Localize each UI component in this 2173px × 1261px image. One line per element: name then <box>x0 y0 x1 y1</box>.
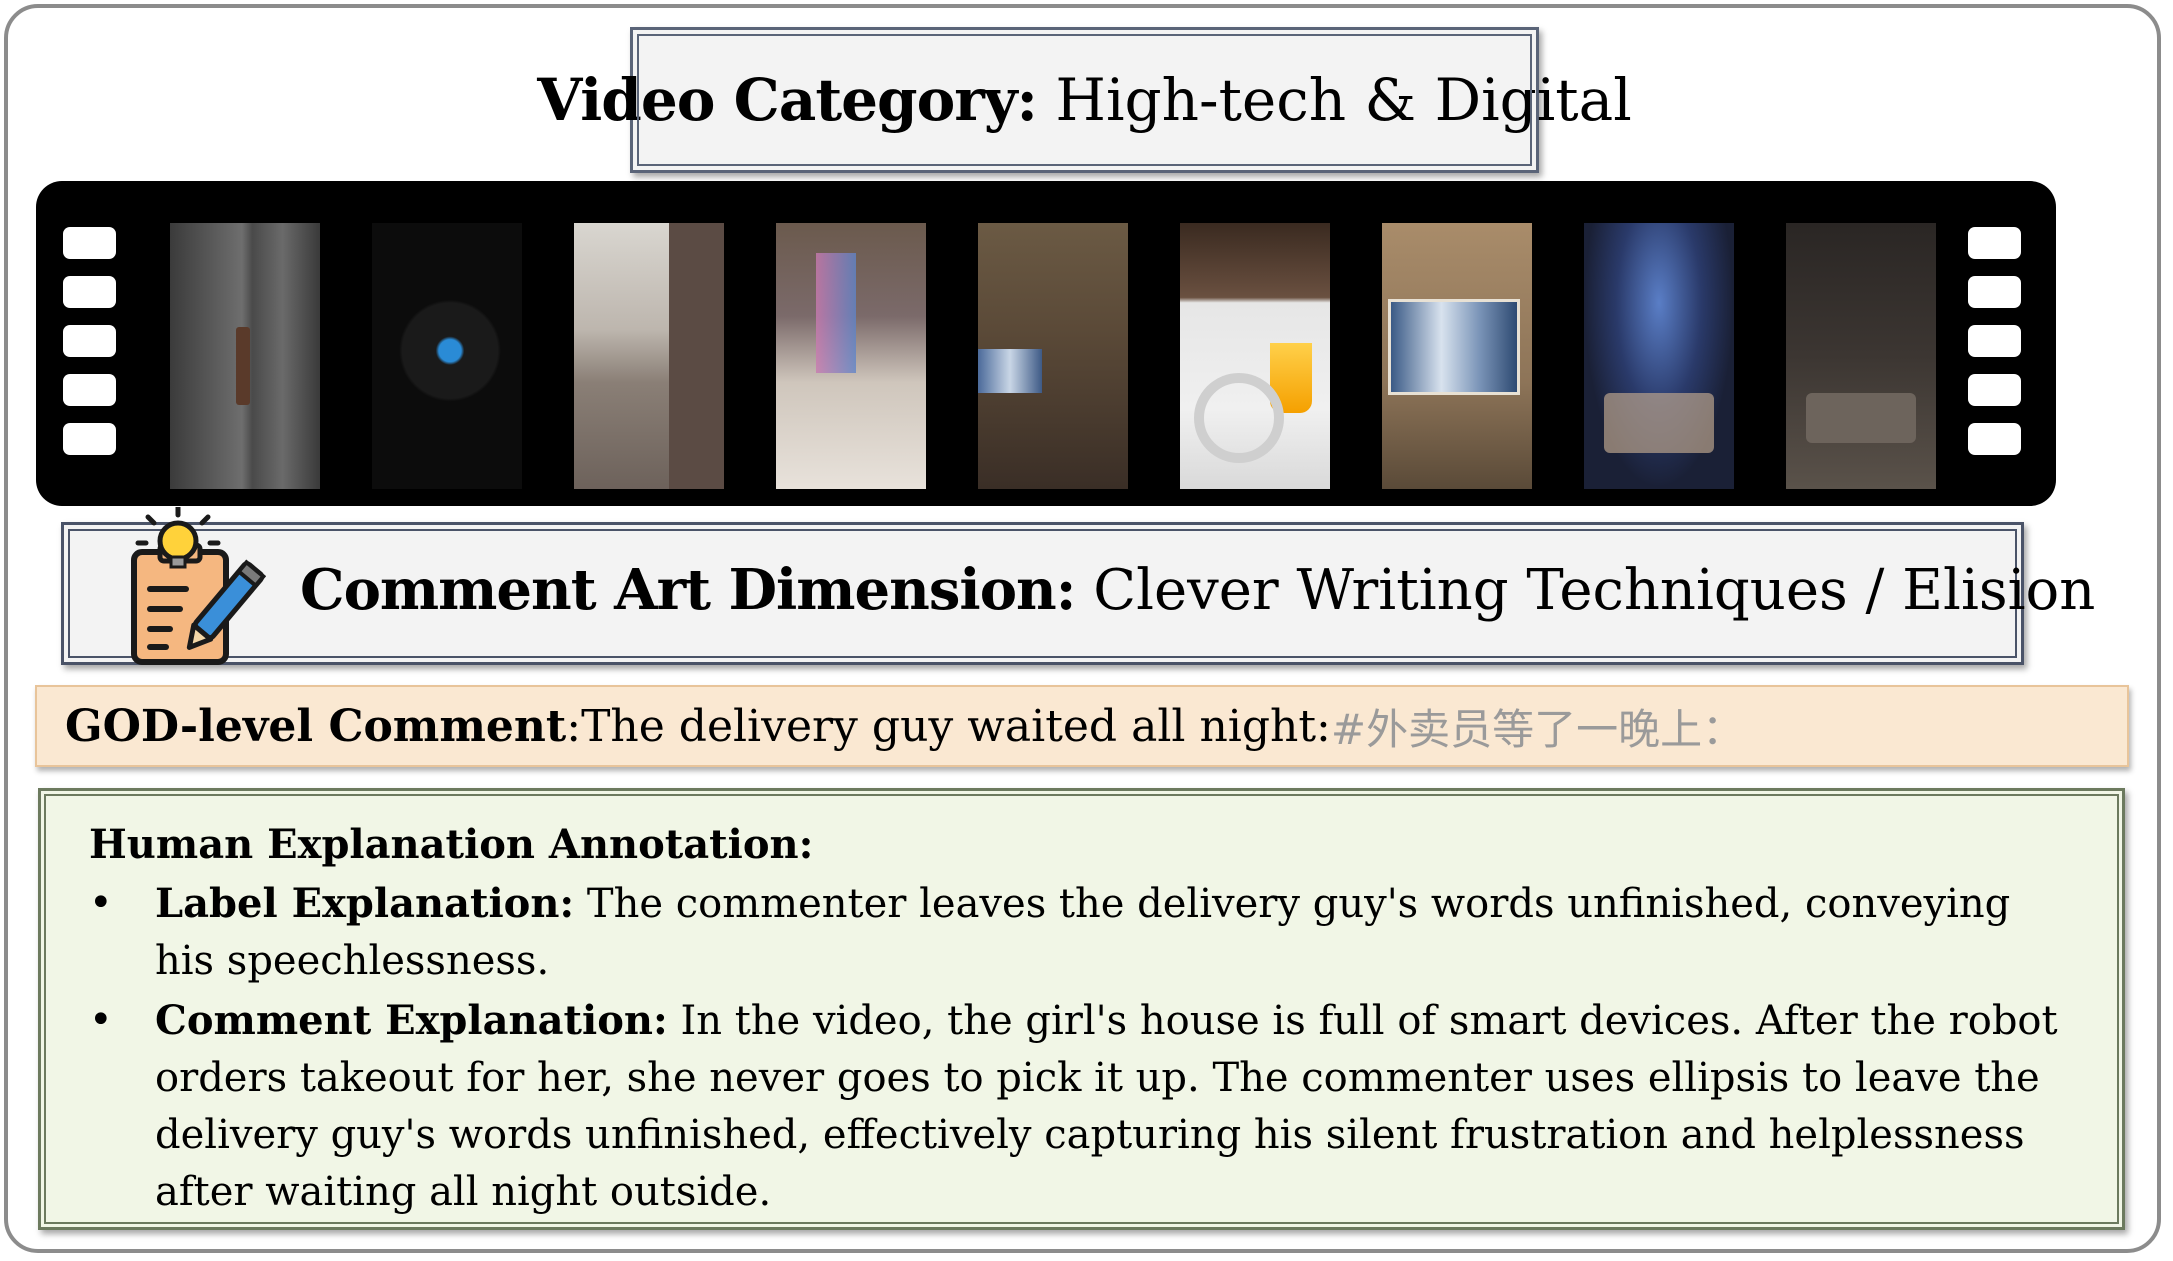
video-frame-3 <box>574 223 724 489</box>
film-hole <box>63 227 116 259</box>
comment-explanation-item: • Comment Explanation: In the video, the… <box>89 992 2082 1221</box>
video-category-value: High-tech & Digital <box>1055 66 1632 134</box>
film-hole <box>1968 423 2021 455</box>
god-comment-separator: : <box>566 700 582 752</box>
god-level-comment-box: GOD-level Comment: The delivery guy wait… <box>35 685 2129 767</box>
film-hole <box>63 374 116 406</box>
human-explanation-box: Human Explanation Annotation: • Label Ex… <box>38 788 2125 1230</box>
film-perforations-left <box>63 227 116 455</box>
film-hole <box>1968 325 2021 357</box>
film-hole <box>63 423 116 455</box>
god-comment-label: GOD-level Comment <box>65 700 567 752</box>
dimension-value: Clever Writing Techniques / Elision <box>1093 558 2096 623</box>
video-frame-5 <box>978 223 1128 489</box>
bullet: • <box>89 997 113 1043</box>
video-frame-9 <box>1786 223 1936 489</box>
video-frame-8 <box>1584 223 1734 489</box>
video-frame-7 <box>1382 223 1532 489</box>
label-explanation-item: • Label Explanation: The commenter leave… <box>89 875 2082 990</box>
video-frame-4 <box>776 223 926 489</box>
video-frame-2 <box>372 223 522 489</box>
film-hole <box>63 276 116 308</box>
god-comment-original: #外卖员等了一晚上： <box>1330 704 1745 754</box>
bullet: • <box>89 880 113 926</box>
comment-explanation-label: Comment Explanation: <box>155 997 668 1044</box>
video-frame-6 <box>1180 223 1330 489</box>
comment-art-dimension-text: Comment Art Dimension: Clever Writing Te… <box>300 557 2095 623</box>
video-category-label: Video Category: <box>537 66 1038 134</box>
video-filmstrip <box>36 181 2056 506</box>
film-perforations-right <box>1968 227 2021 455</box>
film-hole <box>1968 227 2021 259</box>
label-explanation-label: Label Explanation: <box>155 880 575 927</box>
idea-writing-icon <box>131 507 266 665</box>
god-comment-text: The delivery guy waited all night: <box>581 700 1331 752</box>
film-hole <box>1968 374 2021 406</box>
annotation-heading: Human Explanation Annotation: <box>89 821 814 868</box>
dimension-label: Comment Art Dimension: <box>300 557 1076 623</box>
film-hole <box>1968 276 2021 308</box>
video-frames <box>170 223 1936 489</box>
film-hole <box>63 325 116 357</box>
video-frame-1 <box>170 223 320 489</box>
video-category-box: Video Category: High-tech & Digital <box>537 27 1632 173</box>
